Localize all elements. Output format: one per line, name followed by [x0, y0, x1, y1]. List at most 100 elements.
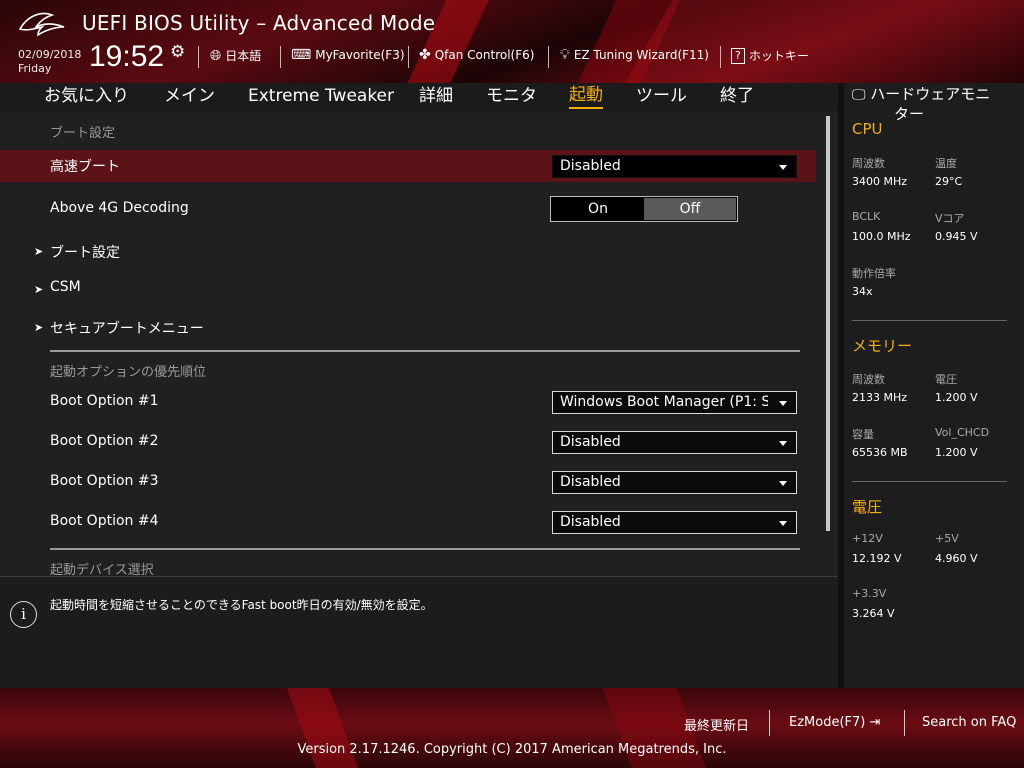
- submenu-csm[interactable]: CSM: [50, 279, 81, 295]
- cpu-temp-label: 温度: [935, 157, 957, 170]
- myfavorite-label: MyFavorite(F3): [315, 48, 405, 62]
- fast-boot-dropdown[interactable]: Disabled: [552, 155, 797, 178]
- cpu-freq-label: 周波数: [852, 157, 885, 170]
- v33-value: 3.264 V: [852, 607, 895, 620]
- eztuning-label: EZ Tuning Wizard(F11): [573, 48, 709, 62]
- boot-option-1-dropdown[interactable]: Windows Boot Manager (P1: Sam: [552, 391, 797, 414]
- header-separator: [198, 46, 199, 68]
- boot-option-2-label: Boot Option #2: [50, 433, 159, 449]
- bclk-value: 100.0 MHz: [852, 230, 911, 243]
- tab-exit[interactable]: 終了: [720, 83, 754, 109]
- chevron-down-icon: [779, 441, 787, 446]
- gear-icon[interactable]: ⚙: [170, 42, 185, 62]
- mem-freq-value: 2133 MHz: [852, 391, 908, 404]
- qfan-label: Qfan Control(F6): [434, 48, 535, 62]
- settings-panel: ブート設定 高速ブート Disabled Above 4G Decoding O…: [0, 111, 838, 576]
- globe-icon: 🌐︎: [210, 47, 222, 64]
- vol-chcd-value: 1.200 V: [935, 446, 978, 459]
- vcore-label: Vコア: [935, 212, 965, 225]
- hw-title-line1: ハードウェアモニ: [870, 85, 991, 103]
- boot-option-1-value: Windows Boot Manager (P1: Sam: [560, 394, 768, 410]
- tab-boot[interactable]: 起動: [569, 83, 603, 109]
- mem-cap-label: 容量: [852, 428, 874, 441]
- boot-option-1-label: Boot Option #1: [50, 393, 159, 409]
- hotkeys-button[interactable]: ? ホットキー: [731, 47, 809, 64]
- section-title: 起動オプションの優先順位: [50, 365, 207, 380]
- boot-option-4-value: Disabled: [560, 514, 621, 530]
- above-4g-label: Above 4G Decoding: [50, 200, 189, 216]
- date-display: 02/09/2018 Friday: [18, 48, 81, 76]
- cpu-heading: CPU: [852, 120, 883, 138]
- language-button[interactable]: 🌐︎ 日本語: [210, 47, 261, 64]
- submenu-arrow-icon: ➤: [34, 283, 44, 296]
- info-icon: i: [10, 601, 37, 628]
- keyboard-icon: ⌨: [291, 47, 312, 63]
- v12-label: +12V: [852, 532, 883, 545]
- qfan-control-button[interactable]: ✤ Qfan Control(F6): [419, 47, 534, 63]
- section-divider: [50, 548, 800, 550]
- ezmode-button[interactable]: EzMode(F7) ⇥: [789, 715, 880, 730]
- fan-icon: ✤: [419, 47, 431, 63]
- section-divider: [50, 350, 800, 352]
- last-modified-button[interactable]: 最終更新日: [684, 715, 749, 734]
- mem-volt-value: 1.200 V: [935, 391, 978, 404]
- bclk-label: BCLK: [852, 210, 881, 223]
- header-separator: [548, 46, 549, 68]
- help-text: 起動時間を短縮させることのできるFast boot昨日の有効/無効を設定。: [50, 598, 433, 612]
- search-faq-button[interactable]: Search on FAQ: [922, 715, 1016, 730]
- scrollbar[interactable]: [826, 116, 830, 531]
- monitor-icon: 🖵︎: [852, 87, 866, 103]
- boot-option-4-label: Boot Option #4: [50, 513, 159, 529]
- toggle-off-option[interactable]: Off: [644, 198, 736, 220]
- tab-favorites[interactable]: お気に入り: [44, 83, 129, 109]
- boot-option-2-dropdown[interactable]: Disabled: [552, 431, 797, 454]
- ratio-label: 動作倍率: [852, 267, 896, 280]
- chevron-down-icon: [779, 401, 787, 406]
- v33-label: +3.3V: [852, 587, 887, 600]
- v5-label: +5V: [935, 532, 959, 545]
- above-4g-toggle[interactable]: On Off: [550, 196, 738, 222]
- rog-logo-icon: [18, 12, 65, 37]
- language-label: 日本語: [225, 49, 262, 63]
- boot-option-2-value: Disabled: [560, 434, 621, 450]
- chevron-down-icon: [779, 521, 787, 526]
- myfavorite-button[interactable]: ⌨ MyFavorite(F3): [291, 47, 405, 63]
- section-title: ブート設定: [50, 126, 116, 141]
- memory-heading: メモリー: [852, 337, 913, 355]
- lightbulb-icon: 💡︎: [560, 47, 570, 63]
- submenu-boot-config[interactable]: ブート設定: [50, 242, 120, 262]
- exit-arrow-icon: ⇥: [869, 715, 881, 730]
- tab-advanced[interactable]: 詳細: [419, 83, 453, 109]
- mem-freq-label: 周波数: [852, 373, 885, 386]
- help-icon: ?: [731, 47, 745, 64]
- footer-separator: [769, 710, 770, 736]
- fast-boot-label: 高速ブート: [50, 159, 120, 175]
- voltage-heading: 電圧: [852, 498, 883, 516]
- boot-option-3-dropdown[interactable]: Disabled: [552, 471, 797, 494]
- boot-option-3-label: Boot Option #3: [50, 473, 159, 489]
- chevron-down-icon: [779, 165, 787, 170]
- ez-tuning-wizard-button[interactable]: 💡︎ EZ Tuning Wizard(F11): [560, 47, 709, 63]
- cpu-freq-value: 3400 MHz: [852, 175, 908, 188]
- toggle-on-option[interactable]: On: [552, 198, 644, 220]
- header-separator: [408, 46, 409, 68]
- tab-main[interactable]: メイン: [164, 83, 215, 109]
- hw-divider: [852, 320, 1007, 321]
- app-title: UEFI BIOS Utility – Advanced Mode: [82, 11, 436, 35]
- boot-option-4-dropdown[interactable]: Disabled: [552, 511, 797, 534]
- fast-boot-value: Disabled: [560, 158, 621, 174]
- tab-extreme-tweaker[interactable]: Extreme Tweaker: [248, 83, 394, 109]
- ratio-value: 34x: [852, 285, 873, 298]
- vol-chcd-label: Vol_CHCD: [935, 426, 990, 439]
- hotkeys-label: ホットキー: [748, 49, 809, 63]
- tab-monitor[interactable]: モニタ: [486, 83, 537, 109]
- submenu-secure-boot[interactable]: セキュアブートメニュー: [50, 318, 204, 338]
- section-title: 起動デバイス選択: [50, 563, 154, 576]
- day-text: Friday: [18, 62, 52, 75]
- hw-divider: [852, 481, 1007, 482]
- v12-value: 12.192 V: [852, 552, 902, 565]
- hardware-monitor-panel: 🖵︎ ハードウェアモニ ター CPU 周波数 温度 3400 MHz 29°C …: [844, 83, 1024, 688]
- v5-value: 4.960 V: [935, 552, 978, 565]
- submenu-arrow-icon: ➤: [34, 321, 44, 334]
- tab-tool[interactable]: ツール: [636, 83, 687, 109]
